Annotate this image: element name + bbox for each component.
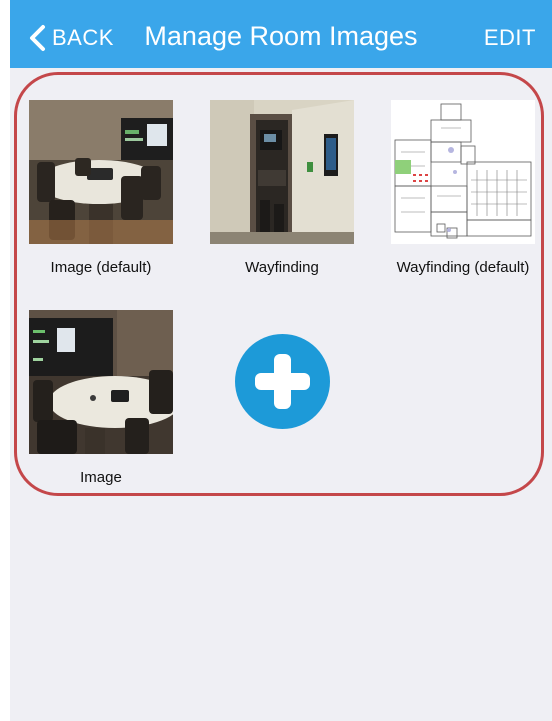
image-tile[interactable]: Wayfinding	[210, 100, 354, 276]
plus-icon	[255, 354, 310, 409]
image-tile[interactable]: Wayfinding (default)	[391, 100, 535, 276]
conference-room-thumbnail	[29, 310, 173, 454]
image-tile[interactable]: Image (default)	[29, 100, 173, 276]
floor-plan-thumbnail	[391, 100, 535, 244]
image-caption: Wayfinding (default)	[396, 259, 530, 276]
app-screen: BACK Manage Room Images EDIT Image (defa…	[10, 0, 552, 721]
navigation-bar: BACK Manage Room Images EDIT	[10, 0, 552, 68]
add-image-button[interactable]	[235, 334, 330, 429]
hallway-thumbnail	[210, 100, 354, 244]
image-caption: Image	[80, 469, 122, 486]
page-title: Manage Room Images	[144, 21, 418, 51]
image-caption: Wayfinding	[245, 259, 319, 276]
edit-button[interactable]: EDIT	[484, 25, 536, 51]
image-caption: Image (default)	[50, 259, 152, 276]
image-tile[interactable]: Image	[29, 310, 173, 486]
conference-room-thumbnail	[29, 100, 173, 244]
